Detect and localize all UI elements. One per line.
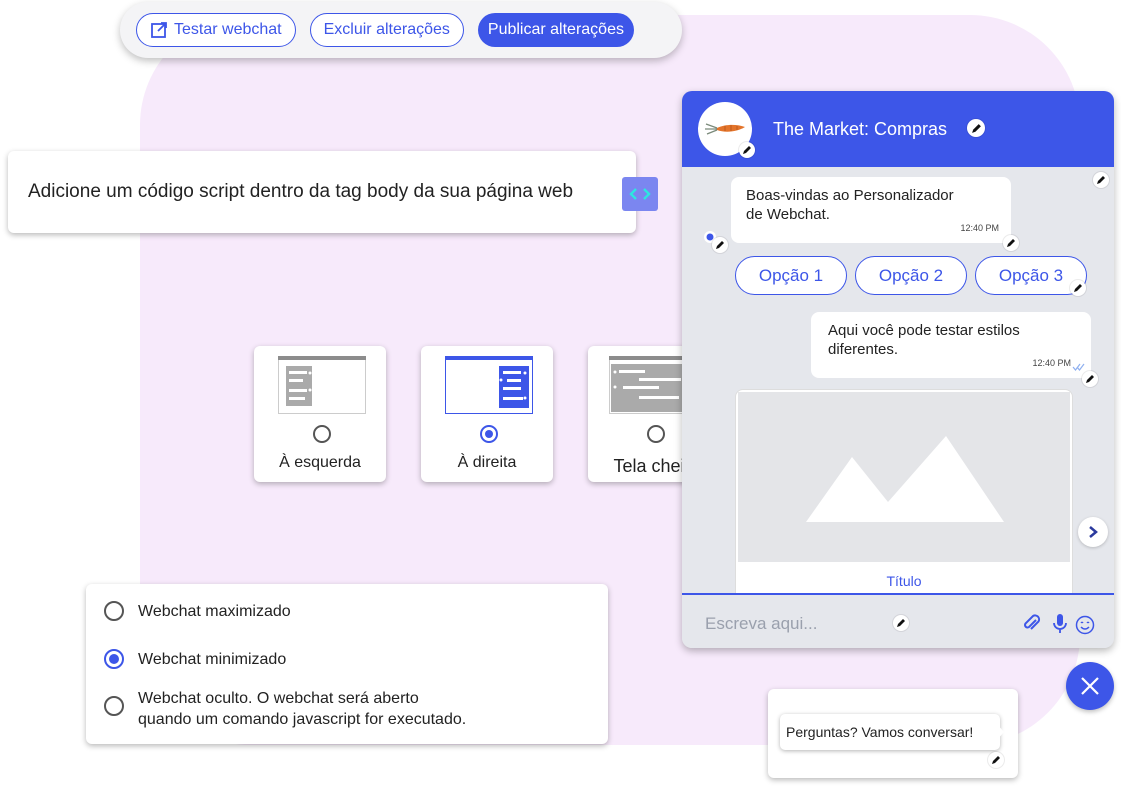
attach-icon[interactable] bbox=[1023, 614, 1041, 634]
option-maximized[interactable]: Webchat maximizado bbox=[104, 601, 291, 622]
option-hidden-label: Webchat oculto. O webchat será aberto qu… bbox=[138, 688, 466, 730]
edit-outgoing-bubble-pen-icon[interactable] bbox=[1082, 371, 1098, 387]
visibility-options-card: Webchat maximizado Webchat minimizado We… bbox=[86, 584, 608, 744]
tooltip-text: Perguntas? Vamos conversar! bbox=[786, 724, 974, 740]
outgoing-message-line2: diferentes. bbox=[828, 341, 899, 358]
carousel-next-button[interactable] bbox=[1078, 517, 1108, 547]
card-image bbox=[738, 392, 1070, 562]
test-webchat-button[interactable]: Testar webchat bbox=[136, 13, 296, 47]
option-minimized[interactable]: Webchat minimizado bbox=[104, 649, 286, 670]
quick-reply-option-2[interactable]: Opção 2 bbox=[855, 256, 967, 295]
image-placeholder-icon bbox=[806, 436, 1004, 522]
layout-right-thumbnail bbox=[445, 356, 533, 414]
option-minimized-radio[interactable] bbox=[104, 649, 124, 669]
incoming-message: Boas-vindas ao Personalizador de Webchat… bbox=[731, 177, 1011, 243]
layout-fullscreen-radio[interactable] bbox=[647, 425, 665, 443]
message-input-bar[interactable]: Escreva aqui... bbox=[682, 593, 1114, 648]
layout-left-thumbnail bbox=[278, 356, 366, 414]
outgoing-message-time: 12:40 PM bbox=[1032, 358, 1071, 368]
incoming-message-line1: Boas-vindas ao Personalizador bbox=[746, 187, 954, 204]
external-link-icon bbox=[151, 22, 167, 38]
message-input[interactable]: Escreva aqui... bbox=[705, 614, 817, 634]
emoji-icon[interactable] bbox=[1075, 615, 1095, 635]
edit-input-pen-icon[interactable] bbox=[893, 615, 909, 631]
option-hidden-line1: Webchat oculto. O webchat será aberto bbox=[138, 690, 419, 707]
close-icon bbox=[1081, 677, 1099, 695]
layout-left-label: À esquerda bbox=[279, 454, 361, 471]
outgoing-message: Aqui você pode testar estilos diferentes… bbox=[811, 312, 1091, 378]
edit-title-pen-icon[interactable] bbox=[967, 119, 985, 137]
edit-background-pen-icon[interactable] bbox=[1093, 172, 1109, 188]
edit-incoming-bubble-pen-icon[interactable] bbox=[1003, 235, 1019, 251]
option-minimized-label: Webchat minimizado bbox=[138, 651, 287, 668]
test-webchat-label: Testar webchat bbox=[174, 21, 282, 38]
incoming-message-line2: de Webchat. bbox=[746, 206, 830, 223]
chat-header: The Market: Compras bbox=[682, 91, 1114, 167]
edit-bot-icon-pen-icon[interactable] bbox=[712, 237, 728, 253]
option-maximized-radio[interactable] bbox=[104, 601, 124, 621]
option-hidden-radio[interactable] bbox=[104, 696, 124, 716]
publish-changes-button[interactable]: Publicar alterações bbox=[477, 13, 634, 47]
close-chat-button[interactable] bbox=[1066, 662, 1114, 710]
outgoing-message-line1: Aqui você pode testar estilos bbox=[828, 322, 1020, 339]
edit-options-pen-icon[interactable] bbox=[1070, 280, 1086, 296]
action-bar: Testar webchat Excluir alterações Public… bbox=[120, 2, 682, 58]
webchat-preview: The Market: Compras Boas-vindas ao Perso… bbox=[682, 91, 1114, 648]
layout-right-label: À direita bbox=[457, 454, 517, 471]
tooltip-bubble[interactable]: Perguntas? Vamos conversar! bbox=[780, 714, 1000, 750]
layout-right-radio[interactable] bbox=[480, 425, 498, 443]
chevron-right-icon bbox=[1089, 526, 1098, 538]
card-title: Título bbox=[886, 573, 922, 589]
read-check-icon bbox=[1072, 363, 1085, 371]
code-icon bbox=[629, 188, 651, 200]
script-card: Adicione um código script dentro da tag … bbox=[8, 151, 658, 233]
edit-avatar-pen-icon[interactable] bbox=[739, 142, 755, 158]
chat-title: The Market: Compras bbox=[773, 119, 948, 139]
carrot-logo-icon bbox=[705, 123, 745, 135]
discard-changes-button[interactable]: Excluir alterações bbox=[309, 13, 464, 47]
tooltip-pointer bbox=[996, 723, 1004, 741]
layout-left-option[interactable]: À esquerda bbox=[254, 346, 386, 482]
option-hidden-line2: quando um comando javascript for executa… bbox=[138, 711, 467, 728]
tooltip-preview-card: Perguntas? Vamos conversar! bbox=[768, 689, 1018, 778]
quick-reply-option-1[interactable]: Opção 1 bbox=[735, 256, 847, 295]
option-hidden[interactable]: Webchat oculto. O webchat será aberto qu… bbox=[104, 688, 466, 730]
incoming-message-time: 12:40 PM bbox=[960, 223, 999, 233]
carousel-card[interactable]: Título bbox=[735, 389, 1073, 609]
edit-tooltip-pen-icon[interactable] bbox=[988, 752, 1004, 768]
option-maximized-label: Webchat maximizado bbox=[138, 603, 291, 620]
microphone-icon[interactable] bbox=[1052, 613, 1068, 635]
script-instruction: Adicione um código script dentro da tag … bbox=[28, 181, 574, 202]
layout-left-radio[interactable] bbox=[313, 425, 331, 443]
code-button[interactable] bbox=[622, 177, 658, 211]
layout-right-option[interactable]: À direita bbox=[421, 346, 553, 482]
